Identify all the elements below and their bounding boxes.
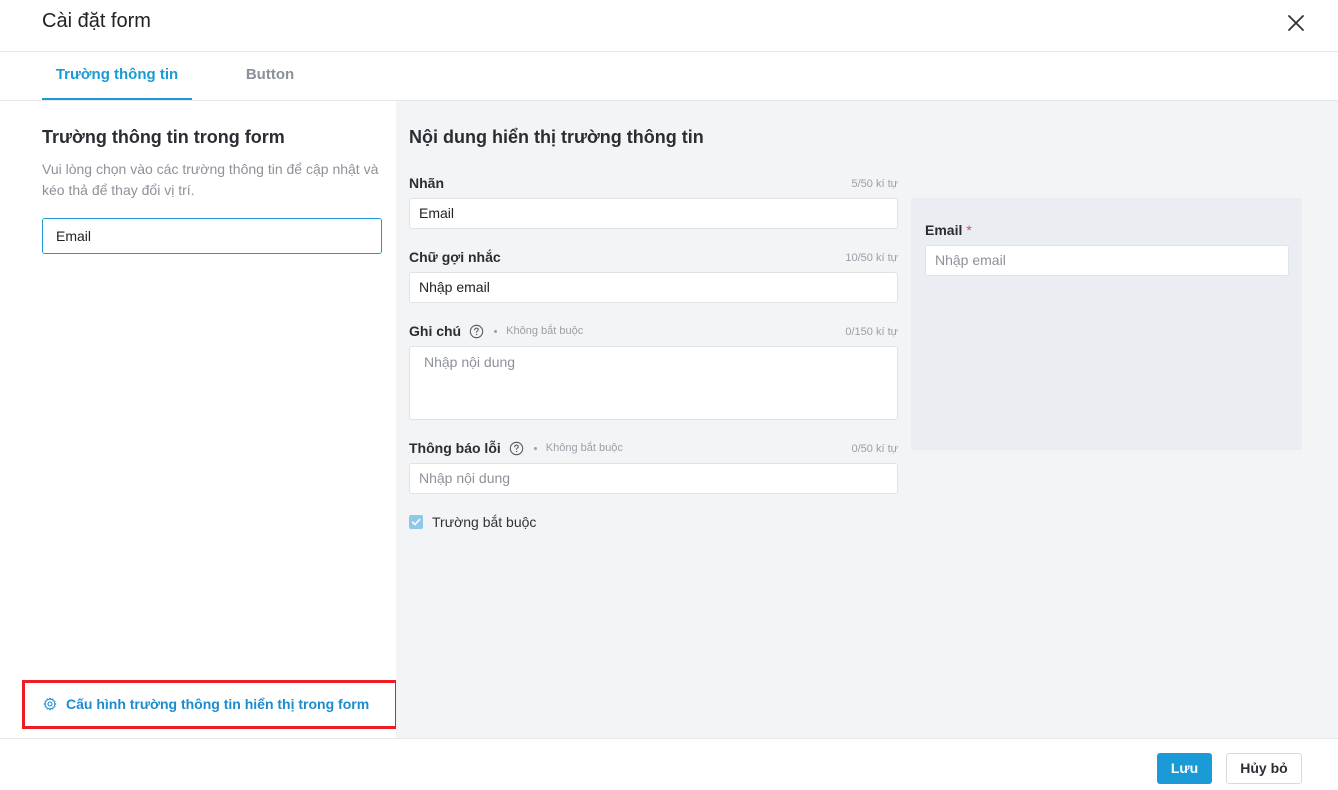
field-editor-panel: Nội dung hiển thị trường thông tin Nhãn … — [396, 101, 1338, 738]
error-field-count: 0/50 kí tự — [851, 443, 899, 455]
checkmark-icon — [411, 518, 421, 526]
required-checkbox-row[interactable]: Trường bắt buộc — [409, 514, 536, 530]
cancel-button[interactable]: Hủy bỏ — [1226, 753, 1302, 784]
placeholder-field-label: Chữ gợi nhắc — [409, 249, 501, 265]
separator-dot — [533, 446, 537, 450]
help-circle-icon[interactable] — [469, 324, 484, 339]
note-field-label-text: Ghi chú — [409, 323, 462, 339]
note-textarea[interactable]: Nhập nội dung — [409, 346, 898, 420]
placeholder-field-label-text: Chữ gợi nhắc — [409, 249, 501, 265]
preview-email-input[interactable]: Nhập email — [925, 245, 1289, 276]
label-field-label-text: Nhãn — [409, 175, 444, 191]
field-preview: Email * Nhập email — [911, 198, 1302, 450]
error-field-label-text: Thông báo lỗi — [409, 440, 501, 456]
tab-bar: Trường thông tin Button — [0, 52, 1338, 101]
close-button[interactable] — [1283, 10, 1309, 36]
editor-title: Nội dung hiển thị trường thông tin — [409, 127, 704, 147]
error-optional-text: Không bắt buộc — [545, 442, 623, 454]
note-field-count: 0/150 kí tự — [845, 326, 898, 338]
note-field-label: Ghi chú Không bắt buộc — [409, 323, 583, 339]
placeholder-field-count: 10/50 kí tự — [845, 252, 898, 264]
config-link-label: Cấu hình trường thông tin hiển thị trong… — [66, 696, 370, 712]
config-fields-link[interactable]: Cấu hình trường thông tin hiển thị trong… — [43, 696, 369, 712]
label-field-count: 5/50 kí tự — [851, 178, 899, 190]
save-button[interactable]: Lưu — [1157, 753, 1212, 784]
error-message-input[interactable]: Nhập nội dung — [409, 463, 898, 494]
placeholder-input[interactable]: Nhập email — [409, 272, 898, 303]
error-field-label: Thông báo lỗi Không bắt buộc — [409, 440, 623, 456]
gear-icon — [43, 697, 57, 711]
field-list-description: Vui lòng chọn vào các trường thông tin đ… — [42, 161, 379, 198]
preview-label-text: Email — [925, 222, 963, 238]
field-item-email[interactable]: Email — [42, 218, 382, 254]
tab-fields[interactable]: Trường thông tin — [42, 52, 192, 100]
preview-label: Email * — [925, 222, 972, 238]
config-highlight-box: Cấu hình trường thông tin hiển thị trong… — [22, 680, 398, 729]
dialog-footer: Lưu Hủy bỏ — [0, 738, 1338, 790]
close-icon — [1288, 15, 1304, 31]
required-asterisk: * — [966, 222, 972, 238]
field-list-panel: Trường thông tin trong form Vui lòng chọ… — [0, 101, 398, 738]
dialog-title: Cài đặt form — [42, 10, 151, 32]
required-checkbox[interactable] — [409, 515, 423, 529]
note-optional-text: Không bắt buộc — [506, 325, 584, 337]
tab-button[interactable]: Button — [230, 52, 310, 100]
field-list-title: Trường thông tin trong form — [42, 127, 285, 147]
separator-dot — [494, 329, 498, 333]
label-input[interactable]: Email — [409, 198, 898, 229]
dialog-header: Cài đặt form — [0, 0, 1338, 52]
label-field-label: Nhãn — [409, 175, 444, 191]
required-checkbox-label: Trường bắt buộc — [432, 514, 537, 530]
help-circle-icon[interactable] — [509, 441, 524, 456]
